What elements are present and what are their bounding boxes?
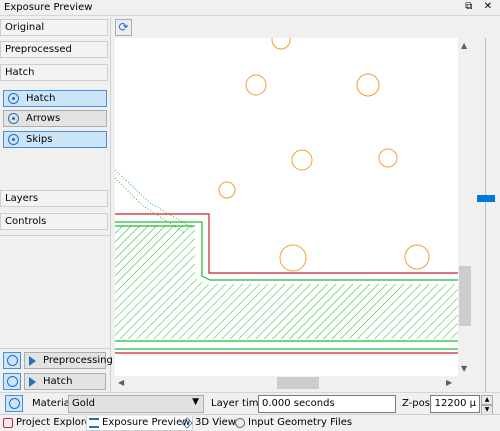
layer-time-label: Layer time — [211, 398, 265, 409]
zpos-stepper[interactable]: ▲ ▼ — [481, 395, 493, 415]
eye-off-icon — [8, 113, 19, 124]
play-icon — [29, 356, 36, 366]
project-explorer-icon — [3, 418, 13, 428]
preprocessing-label: Preprocessing — [43, 355, 113, 366]
run-hatch-button[interactable]: Hatch — [24, 373, 106, 390]
circle — [271, 38, 291, 50]
skip-lines — [115, 169, 194, 234]
section-original[interactable]: Original — [0, 19, 108, 36]
section-layers[interactable]: Layers — [0, 190, 108, 207]
eye-icon — [7, 376, 18, 387]
tab-project-explorer[interactable]: Project Explorer — [1, 416, 97, 431]
preview-canvas[interactable] — [115, 38, 458, 376]
tab-3d-view[interactable]: 3D View — [180, 416, 238, 431]
scroll-right-icon[interactable]: ▶ — [446, 378, 452, 387]
circle — [378, 148, 398, 168]
layer-time-value: 0.000 seconds — [262, 398, 335, 409]
settings-visibility-button[interactable] — [5, 395, 23, 412]
eye-icon — [7, 355, 18, 366]
gear-icon — [9, 398, 20, 409]
dock-tab-bar: Project Explorer Exposure Preview 3D Vie… — [0, 414, 500, 431]
vertical-scroll-thumb[interactable] — [459, 266, 471, 326]
play-icon — [29, 377, 36, 387]
section-controls[interactable]: Controls — [0, 213, 108, 230]
run-preprocessing-button[interactable]: Preprocessing — [24, 352, 113, 369]
hatch-toggle[interactable]: Hatch — [3, 90, 107, 107]
vertical-scrollbar[interactable]: ▲ ▼ — [458, 38, 472, 376]
arrows-toggle-label: Arrows — [26, 113, 61, 124]
scroll-down-icon[interactable]: ▼ — [461, 364, 467, 373]
eye-icon — [8, 134, 19, 145]
left-panel: Original Preprocessed Hatch Hatch Arrows… — [0, 17, 113, 392]
tab-label: Exposure Preview — [102, 417, 191, 428]
tab-label: Input Geometry Files — [248, 417, 353, 428]
eye-icon — [8, 93, 19, 104]
section-hatch[interactable]: Hatch — [0, 64, 108, 81]
preview-toolbar: ⟳ — [112, 17, 500, 38]
material-value: Gold — [72, 398, 95, 409]
window-controls[interactable]: ⧉ ✕ — [465, 1, 496, 12]
zpos-field[interactable]: 12200 µ — [430, 395, 480, 413]
status-controls-bar: Material Gold ▼ Layer time 0.000 seconds… — [0, 392, 500, 415]
chevron-down-icon: ▼ — [192, 397, 199, 407]
hatch-region — [115, 225, 458, 339]
horizontal-scroll-thumb[interactable] — [277, 377, 319, 389]
stepper-up-icon[interactable]: ▲ — [481, 395, 493, 405]
layer-slider[interactable] — [472, 38, 500, 392]
tab-label: Project Explorer — [16, 417, 96, 428]
material-select[interactable]: Gold ▼ — [68, 395, 204, 413]
zpos-value: 12200 µ — [434, 398, 476, 409]
circle — [245, 74, 267, 96]
scroll-up-icon[interactable]: ▲ — [461, 41, 467, 50]
divider — [0, 348, 110, 349]
circle — [279, 244, 307, 272]
circle — [218, 181, 236, 199]
preprocessing-visibility-button[interactable] — [3, 352, 21, 369]
cube-icon — [181, 417, 193, 429]
hatch-visibility-button[interactable] — [3, 373, 21, 390]
skips-toggle-label: Skips — [26, 134, 53, 145]
circle — [404, 244, 430, 270]
divider — [0, 235, 110, 236]
window-titlebar: Exposure Preview ⧉ ✕ — [0, 0, 500, 16]
input-files-icon — [235, 418, 245, 428]
preview-drawing — [115, 38, 458, 354]
skips-toggle[interactable]: Skips — [3, 131, 107, 148]
layer-time-field[interactable]: 0.000 seconds — [258, 395, 396, 413]
circle — [291, 149, 313, 171]
tab-label: 3D View — [195, 417, 236, 428]
refresh-icon[interactable]: ⟳ — [115, 19, 132, 36]
hatch-action-label: Hatch — [43, 376, 73, 387]
scroll-left-icon[interactable]: ◀ — [118, 378, 124, 387]
exposure-preview-icon — [89, 418, 99, 428]
tab-exposure-preview[interactable]: Exposure Preview — [86, 416, 194, 431]
circles — [218, 38, 430, 272]
zpos-label: Z-pos — [402, 398, 430, 409]
tab-input-geometry-files[interactable]: Input Geometry Files — [233, 416, 354, 431]
horizontal-scrollbar[interactable]: ◀ ▶ — [115, 376, 458, 390]
slider-track — [485, 38, 486, 392]
section-preprocessed[interactable]: Preprocessed — [0, 41, 108, 58]
circle — [356, 73, 380, 97]
arrows-toggle[interactable]: Arrows — [3, 110, 107, 127]
window-title: Exposure Preview — [4, 2, 93, 13]
slider-handle[interactable] — [477, 195, 495, 202]
material-label: Material — [32, 398, 73, 409]
hatch-toggle-label: Hatch — [26, 93, 56, 104]
